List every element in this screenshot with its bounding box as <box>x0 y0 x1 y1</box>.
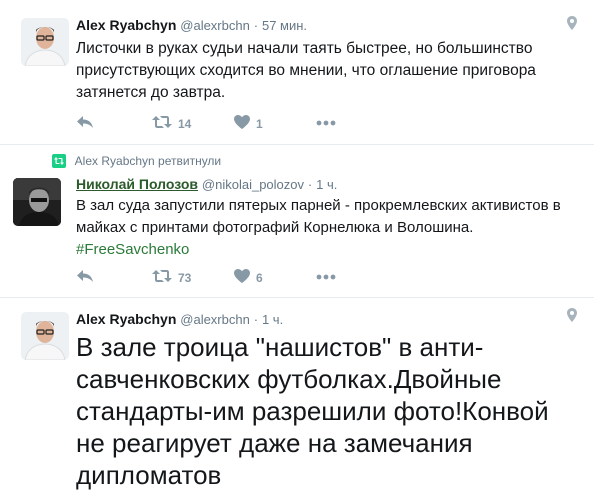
reply-button[interactable] <box>76 115 94 132</box>
tweet[interactable]: Alex Ryabchyn ретвитнули Николай Полозов… <box>0 145 594 298</box>
more-dots-icon <box>316 269 336 283</box>
separator-dot: · <box>253 312 259 327</box>
tweet[interactable]: Alex Ryabchyn @alexrbchn · 57 мин. Листо… <box>0 0 594 145</box>
tweet-text: В зал суда запустили пятерых парней - пр… <box>76 195 586 261</box>
like-button[interactable]: 1 <box>234 115 263 132</box>
tweet[interactable]: Alex Ryabchyn @alexrbchn · 1 ч. В зале т… <box>0 298 594 490</box>
retweet-badge-icon <box>52 154 66 172</box>
author-name[interactable]: Николай Полозов <box>76 176 198 192</box>
tweet-text: Листочки в руках судьи начали таять быст… <box>76 40 536 101</box>
hashtag-link[interactable]: #FreeSavchenko <box>76 241 189 258</box>
author-name[interactable]: Alex Ryabchyn <box>76 311 176 327</box>
tweet-timestamp[interactable]: 57 мин. <box>262 18 307 33</box>
separator-dot: · <box>307 177 313 192</box>
tweet-text: В зале троица "нашистов" в анти-савченко… <box>76 332 549 490</box>
retweeted-by-text[interactable]: Alex Ryabchyn ретвитнули <box>75 154 221 168</box>
separator-dot: · <box>253 18 259 33</box>
like-count: 1 <box>256 116 263 131</box>
reply-button[interactable] <box>76 269 94 286</box>
author-handle[interactable]: @alexrbchn <box>180 18 250 33</box>
retweet-icon <box>152 115 172 132</box>
avatar-photo <box>21 312 69 360</box>
retweet-count: 14 <box>178 116 192 131</box>
author-name[interactable]: Alex Ryabchyn <box>76 17 176 33</box>
like-button[interactable]: 6 <box>234 269 263 286</box>
avatar[interactable] <box>21 18 69 66</box>
heart-icon <box>234 269 250 286</box>
avatar[interactable] <box>13 178 61 226</box>
retweet-button[interactable]: 73 <box>152 269 191 286</box>
like-count: 6 <box>256 270 263 285</box>
tweet-timestamp[interactable]: 1 ч. <box>316 177 337 192</box>
tweet-body: В зал суда запустили пятерых парней - пр… <box>76 197 561 236</box>
more-dots-icon <box>316 115 336 129</box>
tweet-header: Alex Ryabchyn @alexrbchn · 1 ч. <box>76 310 283 329</box>
tweet-timestamp[interactable]: 1 ч. <box>262 312 283 327</box>
location-pin-icon[interactable] <box>567 16 577 35</box>
retweet-count: 73 <box>178 270 192 285</box>
location-pin-icon[interactable] <box>567 308 577 327</box>
avatar[interactable] <box>21 312 69 360</box>
tweet-header: Alex Ryabchyn @alexrbchn · 57 мин. <box>76 16 307 35</box>
more-button[interactable] <box>316 269 336 283</box>
more-button[interactable] <box>316 115 336 129</box>
retweet-context: Alex Ryabchyn ретвитнули <box>52 153 221 172</box>
avatar-photo <box>13 178 61 226</box>
avatar-photo <box>21 18 69 66</box>
reply-icon <box>76 269 94 286</box>
author-handle[interactable]: @nikolai_polozov <box>202 177 304 192</box>
tweet-header: Николай Полозов @nikolai_polozov · 1 ч. <box>76 175 337 194</box>
author-handle[interactable]: @alexrbchn <box>180 312 250 327</box>
retweet-icon <box>152 269 172 286</box>
reply-icon <box>76 115 94 132</box>
tweet-feed: Alex Ryabchyn @alexrbchn · 57 мин. Листо… <box>0 0 594 490</box>
retweet-button[interactable]: 14 <box>152 115 191 132</box>
heart-icon <box>234 115 250 132</box>
